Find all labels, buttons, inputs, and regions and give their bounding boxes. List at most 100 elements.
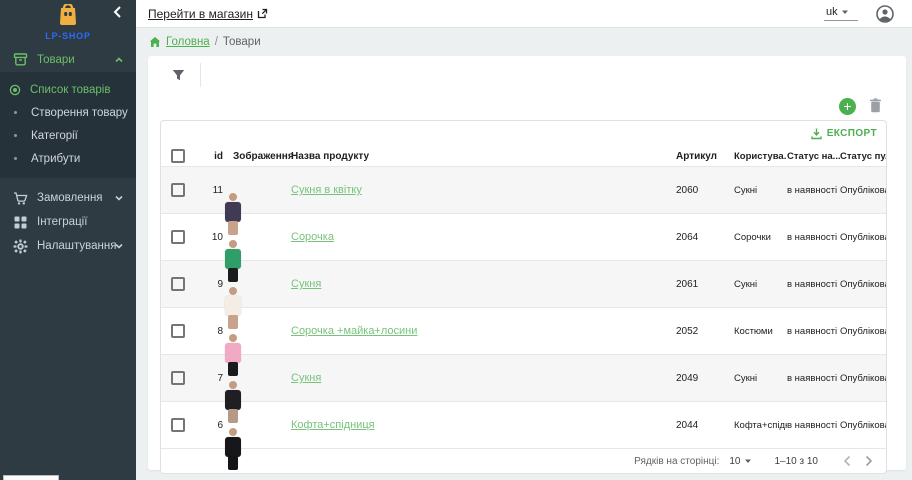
row-checkbox[interactable]: [171, 230, 185, 244]
product-name-link[interactable]: Кофта+спідниця: [291, 419, 375, 431]
chevron-down-icon: [114, 241, 124, 251]
sidebar: LP-SHOP Товари Список товарів Створення …: [0, 0, 136, 480]
app-logo[interactable]: LP-SHOP: [0, 4, 136, 41]
table-row: 8 Сорочка +майка+лосини 2052 Костюми в н…: [161, 307, 886, 354]
column-header-sku[interactable]: Артикул: [676, 151, 734, 162]
column-header-stock[interactable]: Статус на...: [787, 151, 840, 162]
sidebar-item-settings[interactable]: Налаштування: [0, 234, 136, 258]
products-submenu: Список товарів Створення товару Категорі…: [0, 72, 136, 178]
cart-icon: [13, 191, 28, 206]
product-publish-status: Опубліковано: [840, 373, 886, 384]
account-icon[interactable]: [876, 5, 894, 23]
filter-icon[interactable]: [172, 69, 185, 82]
product-stock-status: в наявності: [787, 326, 840, 337]
column-header-publish[interactable]: Статус пу...: [840, 151, 886, 162]
breadcrumb-separator: /: [215, 36, 218, 48]
breadcrumb-home-link[interactable]: Головна: [166, 36, 210, 48]
column-header-user[interactable]: Користува...: [734, 151, 787, 162]
next-page-button[interactable]: [858, 450, 880, 472]
product-name-link[interactable]: Сукня в квітку: [291, 184, 362, 196]
bullet-icon: [14, 157, 17, 160]
logo-text: LP-SHOP: [0, 31, 136, 41]
product-category: Сукні: [734, 279, 787, 290]
sidebar-item-product-create[interactable]: Створення товару: [0, 101, 136, 124]
sub-item-label: Категорії: [31, 130, 78, 142]
sidebar-item-product-list[interactable]: Список товарів: [0, 78, 136, 101]
breadcrumb: Головна / Товари: [136, 28, 912, 56]
topbar-right: uk: [824, 5, 912, 23]
bag-logo-icon: [57, 4, 79, 25]
bullet-icon: [14, 111, 17, 114]
add-product-button[interactable]: +: [839, 98, 856, 115]
table-body: 11 Сукня в квітку 2060 Сукні в наявності…: [161, 166, 886, 448]
language-value: uk: [826, 6, 838, 18]
product-publish-status: Опубліковано: [840, 326, 886, 337]
table-row: 7 Сукня 2049 Сукні в наявності Опубліков…: [161, 354, 886, 401]
previous-page-button[interactable]: [836, 450, 858, 472]
pagination-range: 1–10 з 10: [774, 456, 818, 467]
trash-icon[interactable]: [869, 98, 883, 114]
select-all-checkbox[interactable]: [171, 149, 185, 163]
gear-icon: [13, 239, 28, 254]
product-name-link[interactable]: Сорочка +майка+лосини: [291, 325, 417, 337]
sidebar-item-attributes[interactable]: Атрибути: [0, 147, 136, 170]
product-sku: 2044: [676, 420, 734, 431]
apps-icon: [13, 215, 28, 230]
product-sku: 2049: [676, 373, 734, 384]
row-checkbox[interactable]: [171, 418, 185, 432]
row-checkbox[interactable]: [171, 324, 185, 338]
sidebar-item-label: Замовлення: [37, 192, 103, 204]
product-stock-status: в наявності: [787, 373, 840, 384]
product-sku: 2061: [676, 279, 734, 290]
chevron-right-icon: [865, 455, 873, 467]
product-stock-status: в наявності: [787, 232, 840, 243]
table-row: 10 Сорочка 2064 Сорочки в наявності Опуб…: [161, 213, 886, 260]
home-icon: [149, 36, 161, 48]
column-header-name[interactable]: Назва продукту: [291, 151, 676, 162]
product-publish-status: Опубліковано: [840, 420, 886, 431]
filter-bar: [148, 56, 906, 94]
export-button[interactable]: ЕКСПОРТ: [161, 121, 886, 146]
row-checkbox[interactable]: [171, 183, 185, 197]
go-to-store-link[interactable]: Перейти в магазин: [148, 7, 268, 21]
product-name-link[interactable]: Сорочка: [291, 231, 334, 243]
sidebar-item-integrations[interactable]: Інтеграції: [0, 210, 136, 234]
row-id: 6: [195, 420, 223, 431]
product-stock-status: в наявності: [787, 420, 840, 431]
product-publish-status: Опубліковано: [840, 185, 886, 196]
sub-item-label: Список товарів: [30, 84, 110, 96]
caret-down-icon: [744, 458, 752, 464]
column-header-id[interactable]: id: [195, 151, 223, 162]
bullet-icon: [14, 134, 17, 137]
table-actions: +: [148, 94, 906, 118]
product-stock-status: в наявності: [787, 279, 840, 290]
sidebar-item-label: Налаштування: [37, 240, 116, 252]
rows-per-page-label: Рядків на сторінці:: [634, 456, 719, 467]
product-stock-status: в наявності: [787, 185, 840, 196]
sub-item-label: Атрибути: [31, 153, 80, 165]
product-sku: 2064: [676, 232, 734, 243]
product-name-link[interactable]: Сукня: [291, 372, 321, 384]
admin-page: LP-SHOP Товари Список товарів Створення …: [0, 0, 912, 480]
divider: [200, 63, 201, 87]
language-select[interactable]: uk: [824, 6, 858, 21]
row-checkbox[interactable]: [171, 371, 185, 385]
chevron-down-icon: [114, 193, 124, 203]
row-id: 8: [195, 326, 223, 337]
sidebar-item-categories[interactable]: Категорії: [0, 124, 136, 147]
rows-per-page-value: 10: [729, 456, 740, 467]
row-checkbox[interactable]: [171, 277, 185, 291]
product-name-link[interactable]: Сукня: [291, 278, 321, 290]
rows-per-page-select[interactable]: 10: [729, 456, 752, 467]
sidebar-item-orders[interactable]: Замовлення: [0, 186, 136, 210]
product-category: Костюми: [734, 326, 787, 337]
sidebar-item-products[interactable]: Товари: [0, 47, 136, 72]
table-row: 9 Сукня 2061 Сукні в наявності Опубліков…: [161, 260, 886, 307]
column-header-image[interactable]: Зображення: [223, 151, 291, 162]
row-id: 9: [195, 279, 223, 290]
chevron-left-icon: [843, 455, 851, 467]
product-category: Сорочки: [734, 232, 787, 243]
content: Головна / Товари +: [136, 28, 912, 480]
table-pagination: Рядків на сторінці: 10 1–10 з 10: [161, 448, 886, 473]
product-category: Сукні: [734, 185, 787, 196]
